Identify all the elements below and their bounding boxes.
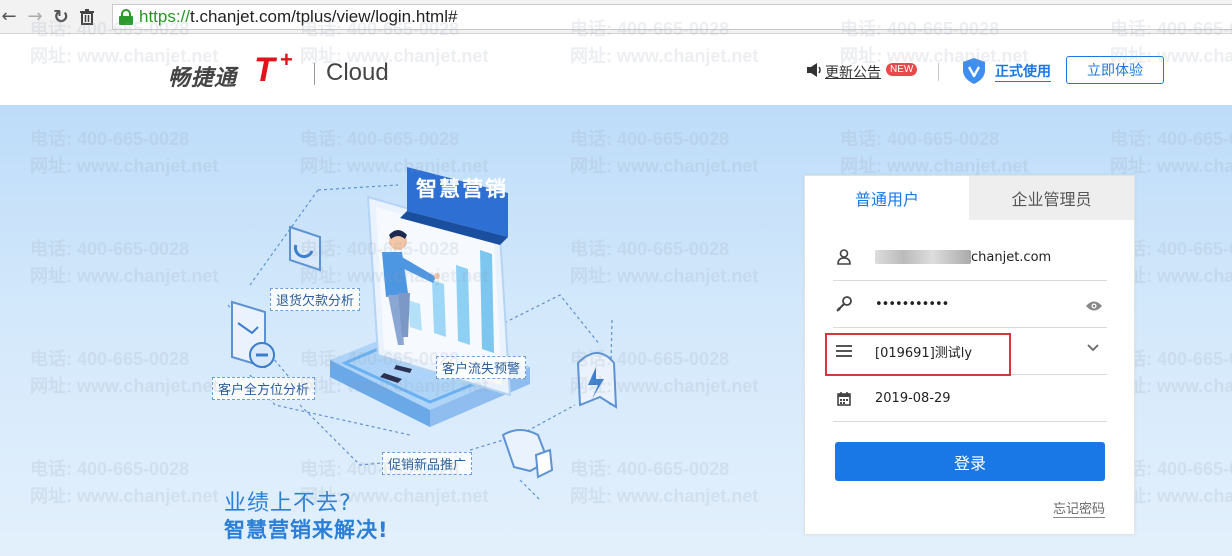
logo-plus: + xyxy=(280,47,293,72)
label-customer-analysis: 客户全方位分析 xyxy=(212,377,316,400)
header-divider xyxy=(938,63,939,81)
new-badge: NEW xyxy=(886,63,918,76)
tab-enterprise-admin[interactable]: 企业管理员 xyxy=(969,176,1134,220)
logo-t: T xyxy=(254,51,275,89)
illustration-title: 智慧营销 xyxy=(416,177,508,201)
hero-slogan-line1: 业绩上不去? xyxy=(224,491,352,516)
password-value: ••••••••••• xyxy=(875,296,949,312)
free-trial-button[interactable]: 立即体验 xyxy=(1066,56,1164,84)
eye-icon[interactable] xyxy=(1085,297,1103,316)
logo-cloud: Cloud xyxy=(326,59,389,86)
url-scheme: https:// xyxy=(139,7,191,26)
login-button[interactable]: 登录 xyxy=(835,442,1105,481)
label-promotion: 促销新品推广 xyxy=(382,452,473,475)
logo-divider xyxy=(314,63,315,85)
forward-icon[interactable]: → xyxy=(22,4,48,30)
login-card: 普通用户 企业管理员 chanjet.com ••••••••••• [0196… xyxy=(804,175,1135,535)
shield-icon xyxy=(963,58,985,84)
address-bar[interactable]: https://t.chanjet.com/tplus/view/login.h… xyxy=(112,4,1232,30)
username-suffix: chanjet.com xyxy=(971,249,1052,265)
account-select[interactable]: [019691]测试ly xyxy=(833,328,1107,375)
password-field[interactable]: ••••••••••• xyxy=(833,281,1107,328)
speaker-icon xyxy=(807,63,821,77)
label-churn-warning: 客户流失预警 xyxy=(436,356,527,379)
key-icon xyxy=(835,295,853,313)
tab-regular-user[interactable]: 普通用户 xyxy=(805,176,969,220)
list-icon xyxy=(835,342,853,360)
official-use-link[interactable]: 正式使用 xyxy=(995,61,1051,82)
username-redacted xyxy=(875,250,971,264)
url-path: t.chanjet.com/tplus/view/login.html# xyxy=(190,7,458,26)
update-notice-link[interactable]: 更新公告 xyxy=(825,62,881,82)
date-field[interactable]: 2019-08-29 xyxy=(833,375,1107,422)
hero-slogan-line2: 智慧营销来解决! xyxy=(224,518,389,542)
chevron-down-icon[interactable] xyxy=(1087,340,1099,356)
date-value: 2019-08-29 xyxy=(875,390,951,406)
lock-icon xyxy=(119,9,133,25)
username-field[interactable]: chanjet.com xyxy=(833,234,1107,281)
back-icon[interactable]: ← xyxy=(0,4,22,30)
calendar-icon xyxy=(835,389,853,407)
site-header: 畅捷通 T + Cloud 更新公告 NEW 正式使用 立即体验 xyxy=(0,35,1232,105)
forgot-password-link[interactable]: 忘记密码 xyxy=(1052,498,1105,518)
user-icon xyxy=(835,248,853,266)
account-value: [019691]测试ly xyxy=(875,345,973,361)
trash-icon[interactable] xyxy=(74,4,100,30)
reload-icon[interactable]: ↻ xyxy=(48,4,74,30)
browser-toolbar: ← → ↻ https://t.chanjet.com/tplus/view/l… xyxy=(0,0,1232,34)
label-returns-analysis: 退货欠款分析 xyxy=(270,288,361,311)
login-tabs: 普通用户 企业管理员 xyxy=(805,176,1134,220)
logo-chinese[interactable]: 畅捷通 xyxy=(168,60,237,92)
